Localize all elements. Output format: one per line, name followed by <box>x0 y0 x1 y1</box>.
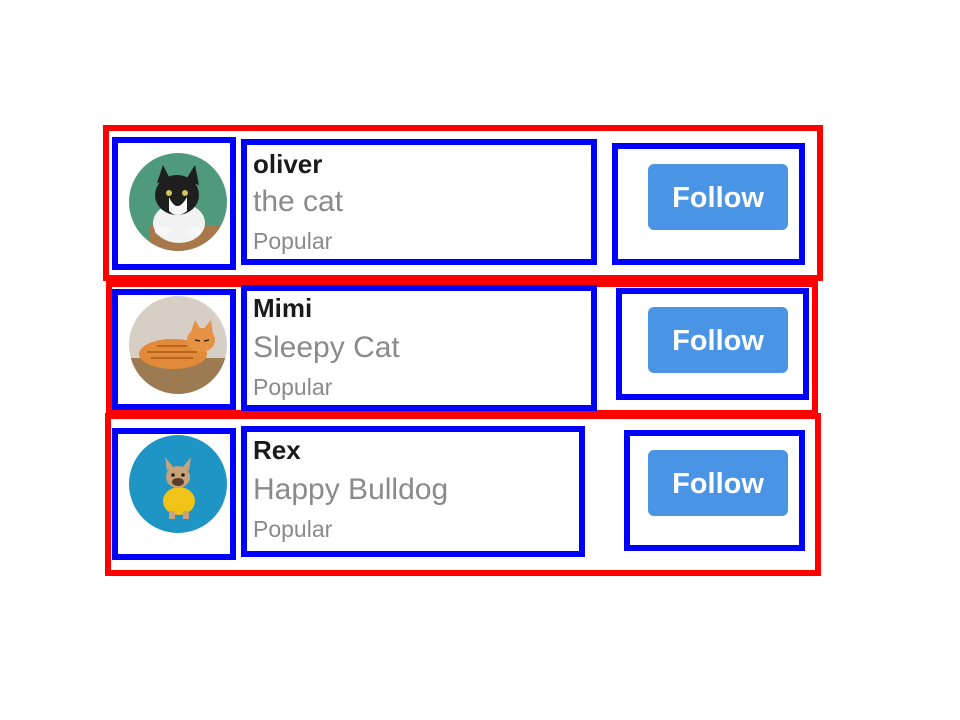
user-subtitle: the cat <box>253 185 344 218</box>
avatar[interactable] <box>129 435 227 533</box>
user-name[interactable]: oliver <box>253 151 322 177</box>
tuxedo-cat-avatar-icon <box>129 153 227 251</box>
follow-button[interactable]: Follow <box>648 450 788 516</box>
avatar-cell <box>112 428 236 560</box>
status-badge: Popular <box>253 228 333 254</box>
user-name[interactable]: Rex <box>253 437 301 463</box>
follow-cell: Follow <box>624 430 805 551</box>
follow-cell: Follow <box>612 143 805 265</box>
status-badge: Popular <box>253 516 333 542</box>
status-badge: Popular <box>253 374 333 400</box>
suggested-users-list: oliver the cat Popular Follow Mimi Sleep… <box>0 0 960 720</box>
follow-button[interactable]: Follow <box>648 164 788 230</box>
user-subtitle: Sleepy Cat <box>253 331 400 364</box>
avatar-cell <box>112 289 236 410</box>
avatar[interactable] <box>129 153 227 251</box>
avatar[interactable] <box>129 296 227 394</box>
avatar-cell <box>112 137 236 270</box>
bulldog-avatar-icon <box>129 435 227 533</box>
follow-button[interactable]: Follow <box>648 307 788 373</box>
user-name[interactable]: Mimi <box>253 295 312 321</box>
user-info-cell: Mimi Sleepy Cat Popular <box>241 285 597 411</box>
user-info-cell: Rex Happy Bulldog Popular <box>241 426 585 557</box>
follow-cell: Follow <box>616 288 809 400</box>
user-info-cell: oliver the cat Popular <box>241 139 597 265</box>
user-subtitle: Happy Bulldog <box>253 473 449 506</box>
orange-cat-avatar-icon <box>129 296 227 394</box>
